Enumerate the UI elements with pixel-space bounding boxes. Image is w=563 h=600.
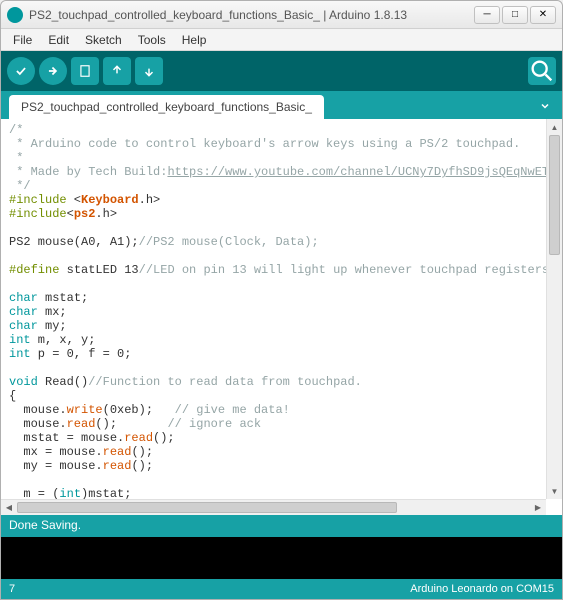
tabbar: PS2_touchpad_controlled_keyboard_functio… [1,91,562,119]
upload-button[interactable] [39,57,67,85]
arduino-logo-icon [7,7,23,23]
output-console[interactable] [1,537,562,579]
scroll-right-arrow-icon[interactable]: ▶ [530,500,546,515]
save-button[interactable] [135,57,163,85]
vertical-scrollbar[interactable]: ▲ ▼ [546,119,562,499]
menu-tools[interactable]: Tools [132,31,172,49]
menu-help[interactable]: Help [176,31,213,49]
horizontal-scroll-thumb[interactable] [17,502,397,513]
toolbar [1,51,562,91]
sketch-tab[interactable]: PS2_touchpad_controlled_keyboard_functio… [9,95,324,119]
new-button[interactable] [71,57,99,85]
code-editor[interactable]: /* * Arduino code to control keyboard's … [1,119,546,499]
horizontal-scrollbar[interactable]: ◀ ▶ [1,499,546,515]
vertical-scroll-thumb[interactable] [549,135,560,255]
editor-area: /* * Arduino code to control keyboard's … [1,119,562,499]
footer: 7 Arduino Leonardo on COM15 [1,579,562,599]
menu-sketch[interactable]: Sketch [79,31,128,49]
tab-menu-button[interactable] [536,97,554,115]
scroll-left-arrow-icon[interactable]: ◀ [1,500,17,515]
status-bar: Done Saving. [1,515,562,537]
titlebar[interactable]: PS2_touchpad_controlled_keyboard_functio… [1,1,562,29]
line-number: 7 [9,583,15,595]
open-button[interactable] [103,57,131,85]
menu-edit[interactable]: Edit [42,31,75,49]
arduino-ide-window: PS2_touchpad_controlled_keyboard_functio… [0,0,563,600]
minimize-button[interactable]: ─ [474,6,500,24]
scroll-down-arrow-icon[interactable]: ▼ [547,483,562,499]
menu-file[interactable]: File [7,31,38,49]
close-button[interactable]: ✕ [530,6,556,24]
scroll-up-arrow-icon[interactable]: ▲ [547,119,562,135]
serial-monitor-button[interactable] [528,57,556,85]
board-port-label: Arduino Leonardo on COM15 [410,583,554,595]
maximize-button[interactable]: □ [502,6,528,24]
verify-button[interactable] [7,57,35,85]
window-title: PS2_touchpad_controlled_keyboard_functio… [29,8,474,22]
menubar: File Edit Sketch Tools Help [1,29,562,51]
